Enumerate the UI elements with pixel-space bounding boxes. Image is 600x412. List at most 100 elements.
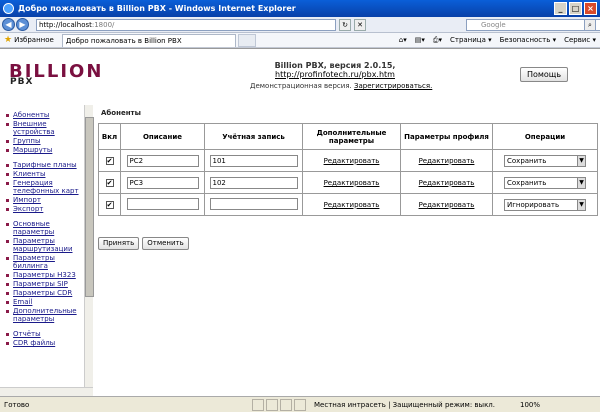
col-account: Учётная запись [204,123,303,150]
stop-icon[interactable]: ✕ [354,18,366,31]
sidebar-item[interactable]: Внешние устройства [6,120,82,136]
minimize-button[interactable]: _ [554,2,567,15]
section-title: Абоненты [101,109,141,117]
enabled-checkbox[interactable]: ✔ [105,178,114,187]
sidebar-item-label: Email [13,298,33,306]
sidebar-item-label: Дополнительные параметры [13,307,77,323]
sidebar-item-label: Параметры H323 [13,271,76,279]
edit-extra-link[interactable]: Редактировать [324,157,380,165]
bullet-icon [6,292,9,295]
edit-extra-link[interactable]: Редактировать [324,179,380,187]
favorites-button[interactable]: Избранное [14,36,54,44]
sidebar-item[interactable]: Параметры маршрутизации [6,237,82,253]
address-bar[interactable]: http://localhost:1800/ [36,18,336,31]
description-input[interactable] [126,197,199,210]
status-segment [252,398,264,411]
demo-text: Демонстрационная версия. [250,82,354,90]
cell-extra: Редактировать [302,149,401,172]
sidebar-item-label: Маршруты [13,146,53,154]
address-port: :1800/ [91,20,115,29]
operation-select[interactable]: Сохранить ▼ [504,176,586,189]
operation-select[interactable]: Сохранить ▼ [504,154,586,167]
sidebar-item[interactable]: CDR файлы [6,339,82,347]
page-menu[interactable]: Страница ▾ [450,36,492,44]
header-link[interactable]: http://profinfotech.ru/pbx.htm [275,70,395,79]
sidebar-item[interactable]: Экспорт [6,205,82,213]
description-input[interactable]: PC2 [126,154,199,167]
favorites-bar: ★ Избранное Добро пожаловать в Billion P… [0,33,600,48]
description-input[interactable]: PC3 [126,176,199,189]
cell-profile: Редактировать [400,149,493,172]
table-header-row: Вкл Описание Учётная запись Дополнительн… [98,123,598,150]
sidebar-item[interactable]: Дополнительные параметры [6,307,82,323]
sidebar-item[interactable]: Генерация телефонных карт [6,179,82,195]
print-icon[interactable]: ⎙▾ [433,36,442,45]
cell-enabled: ✔ [98,149,121,172]
demo-notice: Демонстрационная версия. Зарегистрироват… [250,82,432,90]
search-input[interactable]: Google [466,18,600,31]
sidebar-item[interactable]: Параметры CDR [6,289,82,297]
account-input[interactable]: 102 [209,176,298,189]
browser-tab[interactable]: Добро пожаловать в Billion PBX [61,33,236,47]
sidebar-item[interactable]: Абоненты [6,111,82,119]
sidebar-item-label: Параметры SIP [13,280,68,288]
col-operations: Операции [492,123,598,150]
enabled-checkbox[interactable]: ✔ [105,156,114,165]
security-menu[interactable]: Безопасность ▾ [500,36,556,44]
sidebar-item[interactable]: Группы [6,137,82,145]
status-segment [294,398,306,411]
header-text: Billion PBX, версия 2.0.15, [274,61,396,70]
security-zone[interactable]: Местная интрасеть | Защищенный режим: вы… [314,401,514,409]
sidebar-item[interactable]: Параметры биллинга [6,254,82,270]
scrollbar-thumb[interactable] [85,117,94,297]
search-icon[interactable]: ⌕ [584,18,596,31]
main-panel: Абоненты Вкл Описание Учётная запись Доп… [98,109,598,250]
account-input[interactable] [209,197,298,210]
edit-profile-link[interactable]: Редактировать [419,179,475,187]
help-button[interactable]: Помощь [520,67,568,82]
cell-description: PC3 [120,171,205,194]
sidebar-item[interactable]: Маршруты [6,146,82,154]
new-tab-button[interactable] [237,33,256,47]
account-input[interactable]: 101 [209,154,298,167]
sidebar-item[interactable]: Импорт [6,196,82,204]
sidebar-item[interactable]: Тарифные планы [6,161,82,169]
cell-operation: Сохранить ▼ [492,171,598,194]
sidebar-item[interactable]: Параметры SIP [6,280,82,288]
sidebar-item[interactable]: Клиенты [6,170,82,178]
bullet-icon [6,310,9,313]
home-icon[interactable]: ⌂▾ [399,36,407,44]
sidebar-item[interactable]: Основные параметры [6,220,82,236]
sidebar-scrollbar[interactable] [84,105,94,392]
cell-operation: Игнорировать ▼ [492,193,598,216]
sidebar-item[interactable]: Email [6,298,82,306]
cell-operation: Сохранить ▼ [492,149,598,172]
refresh-icon[interactable]: ↻ [339,18,351,31]
sidebar-hscrollbar[interactable] [0,387,93,396]
star-icon[interactable]: ★ [4,35,12,45]
sidebar-item-label: CDR файлы [13,339,56,347]
bullet-icon [6,283,9,286]
edit-profile-link[interactable]: Редактировать [419,157,475,165]
register-link[interactable]: Зарегистрироваться. [354,82,432,90]
close-button[interactable]: × [584,2,597,15]
feeds-icon[interactable]: ▤▾ [415,36,425,44]
chevron-down-icon: ▼ [577,155,585,166]
operation-select[interactable]: Игнорировать ▼ [504,198,586,211]
sidebar-item-label: Параметры маршрутизации [13,237,73,253]
sidebar-item[interactable]: Параметры H323 [6,271,82,279]
edit-profile-link[interactable]: Редактировать [419,201,475,209]
zoom-level[interactable]: 100% [520,401,540,409]
apply-button[interactable]: Принять [98,237,140,250]
edit-extra-link[interactable]: Редактировать [324,201,380,209]
sidebar-item[interactable]: Отчёты [6,330,82,338]
enabled-checkbox[interactable]: ✔ [105,200,114,209]
forward-icon[interactable]: ▶ [16,18,29,31]
tools-menu[interactable]: Сервис ▾ [564,36,596,44]
maximize-button[interactable]: □ [569,2,582,15]
back-icon[interactable]: ◀ [2,18,15,31]
cell-enabled: ✔ [98,193,121,216]
bullet-icon [6,149,9,152]
page-header: Billion PBX, версия 2.0.15, http://profi… [215,61,455,79]
cancel-button[interactable]: Отменить [142,237,189,250]
